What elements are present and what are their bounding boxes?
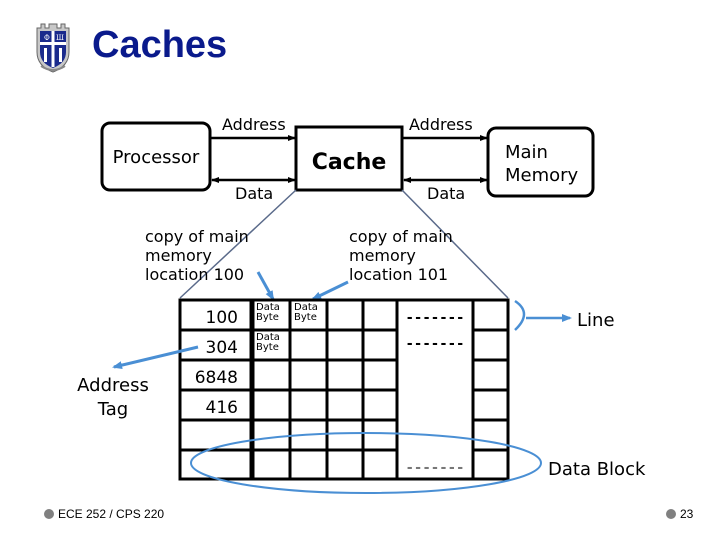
line-bracket [514,299,526,331]
line-label: Line [577,310,615,331]
copy-101-line1: copy of main [349,227,453,246]
copy-100-arrow [256,271,275,301]
address-tag-value: 100 [206,308,238,328]
footer-page-number: 23 [666,507,693,521]
copy-100-line2: memory [145,246,212,265]
data-byte-label: Byte [256,342,279,353]
address-tag-value: 416 [206,398,238,418]
cache-grid: 1003046848416DataByteDataByteDataByte---… [178,298,510,481]
page-number: 23 [680,507,694,521]
bullet-icon [666,509,676,519]
ellipsis-dashes: ------- [405,310,464,326]
processor-label: Processor [113,147,200,168]
copy-101-arrow [311,280,349,301]
address-tag-value: 304 [206,338,238,358]
copy-100-line3: location 100 [145,265,244,284]
data-label-right: Data [427,184,465,203]
ellipsis-dashes: ------- [405,460,464,476]
copy-101-line3: location 101 [349,265,448,284]
bullet-icon [44,509,54,519]
data-byte-label: Byte [256,312,279,323]
footer-course: ECE 252 / CPS 220 [44,507,164,521]
address-tag-value: 6848 [195,368,238,388]
ellipsis-dashes: ------- [405,336,464,352]
data-label-left: Data [235,184,273,203]
main-memory-label-line2: Memory [505,165,579,186]
address-tag-line2: Tag [97,399,128,420]
address-label-right: Address [409,115,473,134]
cache-label: Cache [312,150,387,175]
footer-course-text: ECE 252 / CPS 220 [58,507,165,521]
cache-diagram: Processor Cache Main Memory Address Data… [77,115,646,494]
main-memory-label-line1: Main [505,142,548,163]
address-label-left: Address [222,115,286,134]
data-block-label: Data Block [548,459,646,480]
data-byte-label: Byte [294,312,317,323]
address-tag-line1: Address [77,375,149,396]
copy-101-line2: memory [349,246,416,265]
copy-100-line1: copy of main [145,227,249,246]
